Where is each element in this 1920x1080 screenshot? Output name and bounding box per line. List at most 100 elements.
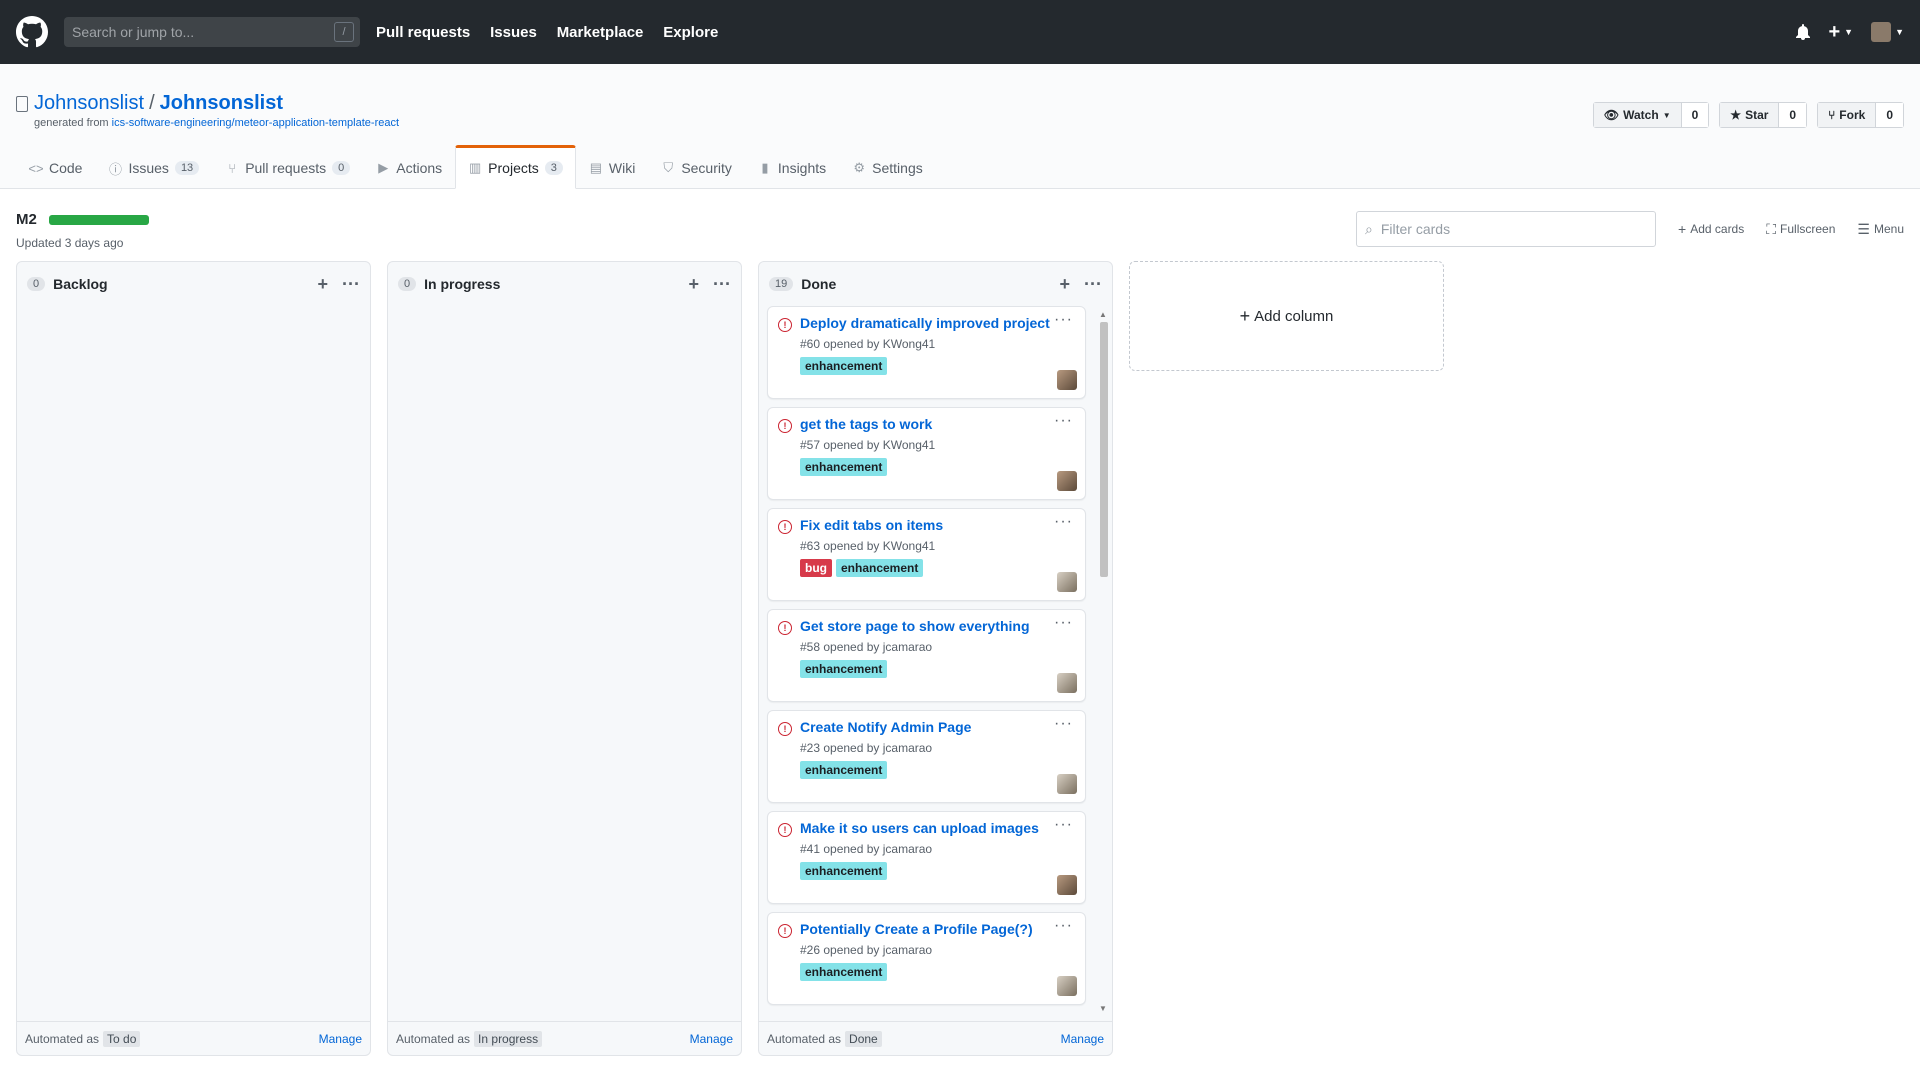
issue-card[interactable]: ! Deploy dramatically improved project #… xyxy=(767,306,1086,399)
avatar[interactable] xyxy=(1057,471,1077,491)
add-card-plus-icon[interactable]: + xyxy=(318,274,329,295)
repo-tabs: <> Code ⓘ Issues 13 ⑂ Pull requests 0 ▶ Action… xyxy=(16,145,936,189)
fullscreen-icon: ⛶ xyxy=(1766,220,1777,237)
card-title[interactable]: Create Notify Admin Page xyxy=(800,719,1077,735)
fork-button[interactable]: ⑂ Fork xyxy=(1818,103,1877,127)
card-more-icon[interactable]: ··· xyxy=(1054,715,1073,733)
issue-card[interactable]: ! Fix edit tabs on items #63 opened by K… xyxy=(767,508,1086,601)
card-meta: #60 opened by KWong41 xyxy=(800,337,936,351)
card-title[interactable]: Potentially Create a Profile Page(?) xyxy=(800,921,1077,937)
tab-settings[interactable]: ⚙ Settings xyxy=(839,145,936,189)
add-column-button[interactable]: + Add column xyxy=(1129,261,1444,371)
add-card-plus-icon[interactable]: + xyxy=(1060,274,1071,295)
card-title[interactable]: Make it so users can upload images xyxy=(800,820,1077,836)
issue-card[interactable]: ! Get store page to show everything #58 … xyxy=(767,609,1086,702)
avatar[interactable] xyxy=(1057,572,1077,592)
card-title[interactable]: Get store page to show everything xyxy=(800,618,1077,634)
tab-issues[interactable]: ⓘ Issues 13 xyxy=(95,145,212,189)
tab-projects[interactable]: ▥ Projects 3 xyxy=(455,145,576,189)
star-button[interactable]: ★ Star xyxy=(1720,103,1780,127)
card-labels: enhancement xyxy=(800,458,1077,476)
closed-issue-icon: ! xyxy=(778,520,792,534)
avatar[interactable] xyxy=(1057,370,1077,390)
column-more-icon[interactable]: ··· xyxy=(342,274,360,295)
label-bug[interactable]: bug xyxy=(800,559,832,577)
card-more-icon[interactable]: ··· xyxy=(1054,917,1073,935)
avatar[interactable] xyxy=(1057,875,1077,895)
issue-card[interactable]: ! get the tags to work #57 opened by KWo… xyxy=(767,407,1086,500)
label-enhancement[interactable]: enhancement xyxy=(800,963,888,981)
avatar[interactable] xyxy=(1057,976,1077,996)
caret-down-icon: ▼ xyxy=(1844,27,1854,37)
column-more-icon[interactable]: ··· xyxy=(713,274,731,295)
repo-name-link[interactable]: Johnsonslist xyxy=(160,92,283,115)
tab-label: Insights xyxy=(777,160,827,176)
add-card-plus-icon[interactable]: + xyxy=(689,274,700,295)
fork-label: Fork xyxy=(1839,108,1866,122)
tab-insights[interactable]: ▮ Insights xyxy=(745,145,839,189)
tab-wiki[interactable]: ▤ Wiki xyxy=(576,145,648,189)
tab-label: Pull requests xyxy=(245,160,327,176)
issue-card[interactable]: ! Potentially Create a Profile Page(?) #… xyxy=(767,912,1086,1005)
manage-link[interactable]: Manage xyxy=(690,1032,733,1046)
menu-button[interactable]: ☰ Menu xyxy=(1857,211,1904,247)
bell-icon[interactable] xyxy=(1796,24,1811,40)
label-enhancement[interactable]: enhancement xyxy=(800,458,888,476)
user-menu[interactable]: ▼ xyxy=(1871,22,1904,42)
nav-pull-requests[interactable]: Pull requests xyxy=(376,24,470,41)
manage-link[interactable]: Manage xyxy=(319,1032,362,1046)
watch-button-group: 👁 Watch ▼ 0 xyxy=(1592,102,1710,128)
card-more-icon[interactable]: ··· xyxy=(1054,816,1073,834)
column-more-icon[interactable]: ··· xyxy=(1084,274,1102,295)
filter-cards-input[interactable]: ⌕ Filter cards xyxy=(1356,211,1657,247)
tab-code[interactable]: <> Code xyxy=(16,145,95,189)
card-more-icon[interactable]: ··· xyxy=(1054,412,1073,430)
star-count[interactable]: 0 xyxy=(1779,103,1807,127)
card-title[interactable]: Fix edit tabs on items xyxy=(800,517,1077,533)
plus-icon: + xyxy=(1239,305,1251,326)
label-enhancement[interactable]: enhancement xyxy=(800,761,888,779)
card-labels: enhancement xyxy=(800,357,1077,375)
card-more-icon[interactable]: ··· xyxy=(1054,513,1073,531)
github-logo-icon[interactable] xyxy=(16,16,48,48)
tab-security[interactable]: ⛉ Security xyxy=(648,145,745,189)
closed-issue-icon: ! xyxy=(778,823,792,837)
add-cards-label: Add cards xyxy=(1690,222,1745,236)
automated-label: Automated as xyxy=(767,1031,842,1046)
avatar[interactable] xyxy=(1057,673,1077,693)
avatar[interactable] xyxy=(1057,774,1077,794)
watch-button[interactable]: 👁 Watch ▼ xyxy=(1593,103,1682,127)
fork-count[interactable]: 0 xyxy=(1876,103,1903,127)
nav-issues[interactable]: Issues xyxy=(490,24,537,41)
scroll-thumb[interactable] xyxy=(1100,322,1108,577)
issue-card[interactable]: ! Make it so users can upload images #41… xyxy=(767,811,1086,904)
project-name: M2 xyxy=(16,211,37,228)
watch-count[interactable]: 0 xyxy=(1681,103,1709,127)
fullscreen-label: Fullscreen xyxy=(1780,222,1836,236)
label-enhancement[interactable]: enhancement xyxy=(800,357,888,375)
template-link[interactable]: ics-software-engineering/meteor-applicat… xyxy=(112,117,399,129)
card-title[interactable]: Deploy dramatically improved project xyxy=(800,315,1077,331)
label-enhancement[interactable]: enhancement xyxy=(800,660,888,678)
tab-actions[interactable]: ▶ Actions xyxy=(363,145,455,189)
fullscreen-button[interactable]: ⛶ Fullscreen xyxy=(1766,211,1835,247)
nav-marketplace[interactable]: Marketplace xyxy=(557,24,644,41)
scroll-up-icon[interactable]: ▲ xyxy=(1099,310,1107,319)
label-enhancement[interactable]: enhancement xyxy=(800,862,888,880)
card-title[interactable]: get the tags to work xyxy=(800,416,1077,432)
card-more-icon[interactable]: ··· xyxy=(1054,311,1073,329)
card-more-icon[interactable]: ··· xyxy=(1054,614,1073,632)
label-enhancement[interactable]: enhancement xyxy=(836,559,924,577)
issue-card[interactable]: ! Create Notify Admin Page #23 opened by… xyxy=(767,710,1086,803)
add-cards-button[interactable]: + Add cards xyxy=(1678,211,1744,247)
scroll-down-icon[interactable]: ▼ xyxy=(1099,1004,1107,1013)
nav-explore[interactable]: Explore xyxy=(663,24,718,41)
search-input[interactable]: Search or jump to... / xyxy=(64,17,360,47)
project-updated: Updated 3 days ago xyxy=(16,236,124,250)
manage-link[interactable]: Manage xyxy=(1061,1032,1104,1046)
repo-owner-link[interactable]: Johnsonslist xyxy=(34,92,144,115)
column-scrollbar[interactable]: ▲ ▼ xyxy=(1098,310,1108,1013)
create-new-dropdown[interactable]: + ▼ xyxy=(1828,21,1853,44)
column-done: 19 Done + ··· ! Deploy dramatically impr… xyxy=(758,261,1113,1056)
tab-pull-requests[interactable]: ⑂ Pull requests 0 xyxy=(212,145,363,189)
